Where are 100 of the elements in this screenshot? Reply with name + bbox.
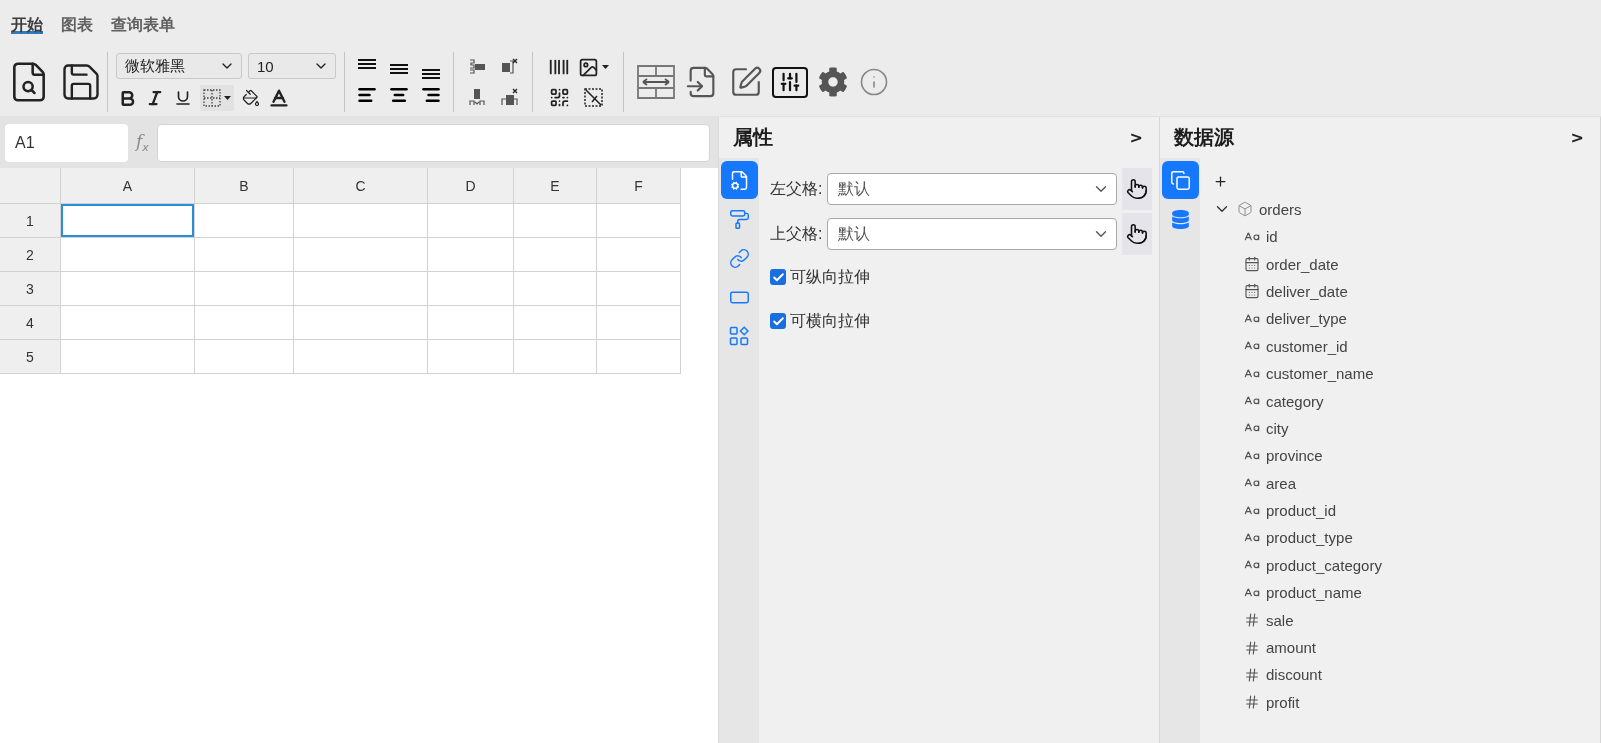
sliders-button[interactable] (772, 66, 808, 98)
field-item[interactable]: city (1244, 414, 1289, 443)
sheet-cell[interactable] (61, 238, 195, 272)
field-item[interactable]: province (1244, 442, 1323, 470)
sheet-cell[interactable] (597, 306, 681, 340)
sheet-cell[interactable] (294, 272, 428, 306)
field-item[interactable]: deliver_date (1244, 277, 1348, 306)
document-gear-icon (728, 169, 750, 191)
sliders-icon (779, 71, 801, 93)
field-item[interactable]: product_category (1244, 551, 1382, 580)
sheet-cell[interactable] (294, 306, 428, 340)
sheet-cell[interactable] (597, 238, 681, 272)
sheet-cell[interactable] (61, 204, 195, 238)
caret-icon (224, 96, 231, 100)
cell-reference-field[interactable]: A1 (5, 123, 128, 162)
pick-cell-button[interactable] (1122, 168, 1152, 210)
database-icon (1170, 209, 1190, 229)
sheet-cell[interactable] (294, 340, 428, 374)
ribbon-tab[interactable]: 图表 (61, 14, 93, 34)
field-item[interactable]: deliver_type (1244, 305, 1347, 333)
field-item[interactable]: id (1244, 223, 1278, 251)
parent-cell-select[interactable]: 默认 (827, 173, 1117, 205)
column-header[interactable]: D (428, 168, 514, 204)
font-family-select[interactable]: 微软雅黑 (116, 53, 242, 79)
sheet-cell[interactable] (597, 340, 681, 374)
collapse-button[interactable]: > (1129, 128, 1143, 147)
pointing-hand-icon (1126, 223, 1148, 245)
plus-icon (1213, 173, 1228, 189)
pick-cell-button[interactable] (1122, 213, 1152, 255)
sheet-cell[interactable] (514, 204, 597, 238)
column-header[interactable]: F (597, 168, 681, 204)
pencil-square-icon (729, 65, 763, 99)
field-item[interactable]: amount (1244, 633, 1317, 662)
row-header[interactable]: 3 (0, 272, 61, 306)
column-header[interactable]: B (195, 168, 294, 204)
settings-button[interactable] (816, 64, 850, 100)
font-size-select[interactable]: 10 (248, 53, 336, 79)
row-header[interactable]: 1 (0, 204, 61, 238)
row-header[interactable]: 2 (0, 238, 61, 272)
sheet-cell[interactable] (195, 340, 294, 374)
sheet-cell[interactable] (428, 340, 514, 374)
sheet-cell[interactable] (514, 306, 597, 340)
column-header[interactable]: A (61, 168, 195, 204)
hash-icon (1244, 639, 1260, 656)
hash-icon (1244, 666, 1260, 683)
sheet-cell[interactable] (514, 238, 597, 272)
field-item[interactable]: product_id (1244, 496, 1337, 525)
sheet-cell[interactable] (61, 272, 195, 306)
sheet-cell[interactable] (514, 272, 597, 306)
formula-input[interactable] (156, 123, 710, 162)
info-icon (859, 67, 889, 97)
paint-bucket-icon (242, 89, 260, 107)
side-tab[interactable] (720, 161, 758, 199)
collapse-button[interactable]: > (1570, 128, 1584, 147)
insert-row-icon (467, 88, 487, 106)
field-item[interactable]: discount (1244, 661, 1322, 689)
field-item[interactable]: product_type (1244, 524, 1353, 552)
sheet-cell[interactable] (597, 272, 681, 306)
sheet-cell[interactable] (61, 340, 195, 374)
sheet-cell[interactable] (61, 306, 195, 340)
cube-icon (1237, 201, 1253, 217)
field-item[interactable]: sale (1244, 606, 1294, 634)
sheet-cell[interactable] (428, 238, 514, 272)
column-header[interactable]: E (514, 168, 597, 204)
sheet-cell[interactable] (428, 272, 514, 306)
sheet-cell[interactable] (195, 306, 294, 340)
sheet-cell[interactable] (514, 340, 597, 374)
row-header[interactable]: 4 (0, 306, 61, 340)
row-header[interactable]: 5 (0, 340, 61, 374)
font-color-icon (268, 87, 290, 109)
field-item[interactable]: customer_id (1244, 332, 1348, 360)
dashed-border-icon (203, 89, 221, 107)
shapes-icon (729, 326, 749, 346)
align-top-icon (358, 59, 376, 69)
sheet-cell[interactable] (195, 204, 294, 238)
sheet-cell[interactable] (294, 238, 428, 272)
ribbon-tab[interactable]: 查询表单 (111, 14, 175, 34)
checkbox[interactable] (770, 313, 786, 329)
sheet-cell[interactable] (195, 238, 294, 272)
column-header[interactable]: C (294, 168, 428, 204)
field-item[interactable]: category (1244, 387, 1324, 415)
field-item[interactable]: order_date (1244, 250, 1339, 278)
field-item[interactable]: customer_name (1244, 359, 1374, 388)
checkbox[interactable] (770, 269, 786, 285)
side-tab[interactable] (1161, 161, 1199, 199)
field-label: 左父格: (770, 178, 823, 199)
sheet-cell[interactable] (195, 272, 294, 306)
table-arrows-button[interactable] (636, 64, 676, 100)
sheet-cell[interactable] (428, 306, 514, 340)
parent-cell-select[interactable]: 默认 (827, 218, 1117, 250)
sheet-cell[interactable] (294, 204, 428, 238)
field-item[interactable]: area (1244, 469, 1297, 497)
sheet-cell[interactable] (428, 204, 514, 238)
field-item[interactable]: profit (1244, 688, 1300, 717)
hash-icon (1244, 612, 1260, 629)
border-button[interactable] (200, 85, 234, 111)
ribbon-tab[interactable]: 开始 (11, 14, 43, 34)
sheet-cell[interactable] (597, 204, 681, 238)
dataset-item[interactable]: orders (1213, 195, 1302, 223)
field-item[interactable]: product_name (1244, 579, 1362, 607)
